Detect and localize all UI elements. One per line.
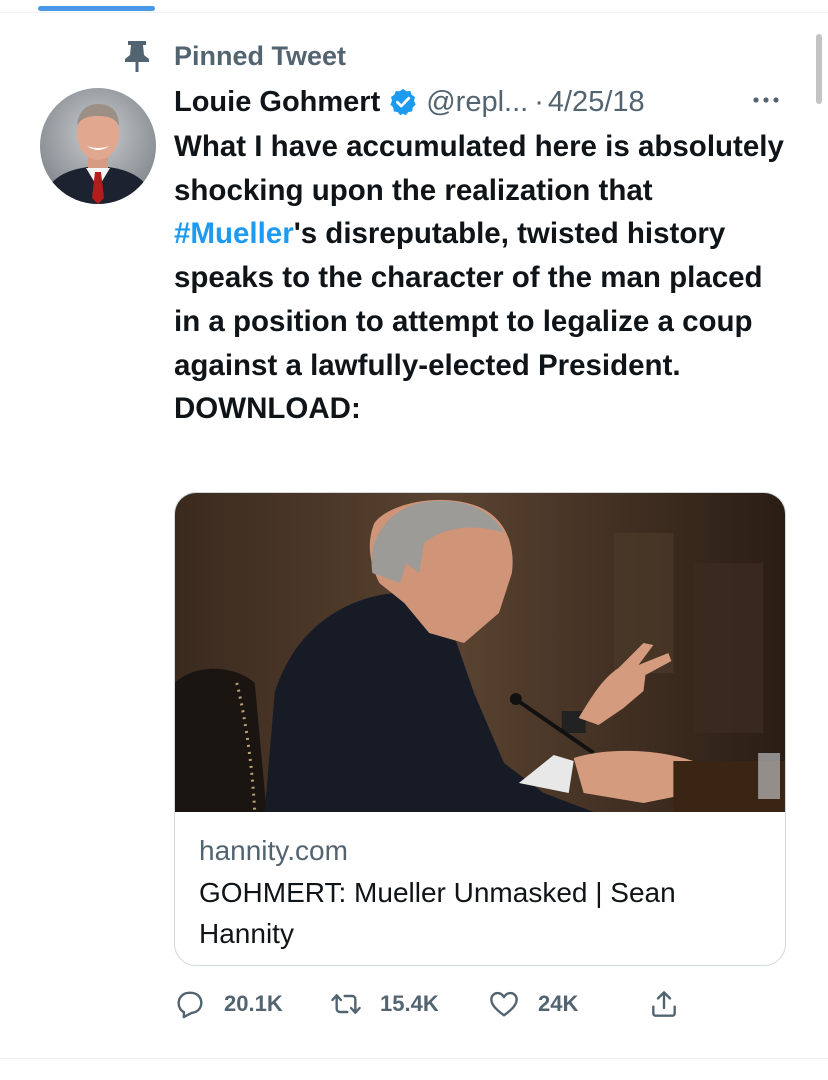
pin-icon bbox=[120, 39, 154, 73]
more-options-icon[interactable] bbox=[748, 90, 788, 110]
avatar[interactable] bbox=[40, 88, 156, 204]
tweet-date[interactable]: 4/25/18 bbox=[548, 86, 645, 119]
scrollbar[interactable] bbox=[816, 34, 822, 104]
tweet-header: Louie Gohmert @repl... · 4/25/18 bbox=[174, 80, 794, 124]
retweet-button[interactable]: 15.4K bbox=[330, 982, 439, 1026]
tweet-text: What I have accumulated here is absolute… bbox=[174, 125, 794, 431]
verified-badge-icon bbox=[388, 87, 418, 117]
separator-dot: · bbox=[534, 85, 544, 118]
bottom-divider bbox=[0, 1058, 828, 1059]
like-button[interactable]: 24K bbox=[488, 982, 578, 1026]
heart-icon bbox=[490, 991, 518, 1017]
author-handle[interactable]: @repl... bbox=[426, 86, 528, 119]
pinned-tweet-context: Pinned Tweet bbox=[120, 36, 346, 76]
top-divider bbox=[0, 12, 828, 13]
share-icon bbox=[652, 991, 676, 1017]
card-image bbox=[175, 493, 785, 812]
like-count: 24K bbox=[538, 991, 579, 1016]
reply-count: 20.1K bbox=[224, 991, 283, 1016]
pinned-tweet-label: Pinned Tweet bbox=[174, 40, 347, 71]
retweet-icon bbox=[331, 994, 361, 1014]
tweet-text-start: What I have accumulated here is absolute… bbox=[174, 130, 784, 207]
retweet-count: 15.4K bbox=[380, 991, 439, 1016]
card-title: GOHMERT: Mueller Unmasked | Sean Hannity bbox=[199, 877, 676, 949]
author-name[interactable]: Louie Gohmert bbox=[174, 86, 380, 119]
hashtag-link[interactable]: #Mueller bbox=[174, 217, 294, 250]
reply-icon bbox=[177, 991, 203, 1019]
share-button[interactable] bbox=[648, 982, 680, 1026]
link-card[interactable]: hannity.com GOHMERT: Mueller Unmasked | … bbox=[174, 492, 786, 966]
card-domain: hannity.com bbox=[199, 835, 348, 866]
tweet-actions: 20.1K 15.4K 24K bbox=[174, 982, 694, 1026]
reply-button[interactable]: 20.1K bbox=[174, 982, 283, 1026]
active-tab-indicator bbox=[38, 6, 155, 11]
